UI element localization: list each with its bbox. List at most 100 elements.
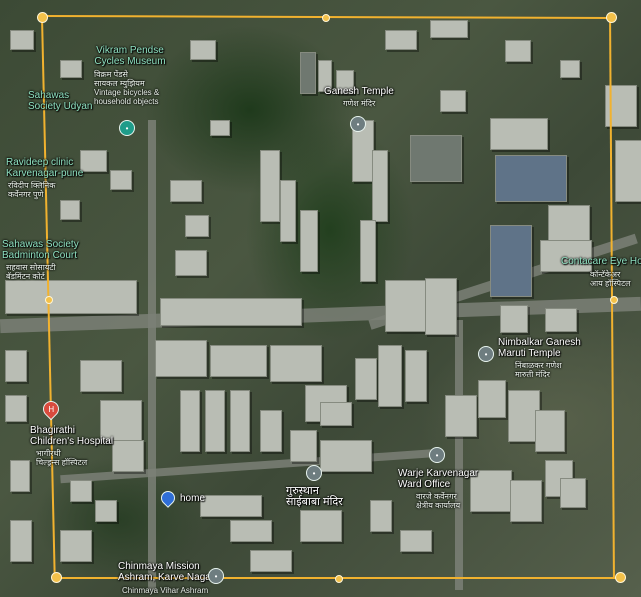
place-name-line: Maruti Temple [498,348,561,359]
building-footprint [230,520,272,542]
gray-place-pin-icon[interactable]: • [350,116,366,132]
building-footprint [200,495,262,517]
building-footprint [10,30,34,50]
place-local-name: गणेश मंदिर [343,99,376,108]
place-name-line: Ward Office [398,479,451,490]
building-footprint [205,390,225,452]
place-local-name: निंबाळकर गणेश [515,361,562,370]
road-vertical-right [455,320,463,590]
building-footprint [425,278,457,335]
building-footprint [300,52,316,94]
building-footprint [378,345,402,407]
building-footprint [180,390,200,452]
building-footprint [175,250,207,276]
gray-place-pin-icon[interactable]: • [429,447,445,463]
building-footprint [490,225,532,297]
building-footprint [160,298,302,326]
building-footprint [10,460,30,492]
place-local-name: आय हॉस्पिटल [590,279,631,288]
building-footprint [560,478,586,508]
place-name: Contacare Eye Hos [561,256,641,267]
building-footprint [60,200,80,220]
hospital-pin-icon[interactable]: H [39,397,63,421]
building-footprint [405,350,427,402]
building-footprint [5,280,137,314]
teal-place-pin-icon[interactable]: • [119,120,135,136]
building-footprint [440,90,466,112]
place-local-name: कर्वेनगर पुणे [8,190,44,199]
building-footprint [510,480,542,522]
gray-place-pin-icon[interactable]: • [208,568,224,584]
place-name-line: Sahawas [28,90,70,101]
building-footprint [60,60,82,78]
building-footprint [545,308,577,332]
building-footprint [170,180,202,202]
building-footprint [505,40,531,62]
building-footprint [112,440,144,472]
place-local-name: वारजे कर्वेनगर [416,492,457,501]
boundary-handle-bottom-left[interactable] [51,572,62,583]
building-footprint [445,395,477,437]
building-footprint [60,530,92,562]
place-local-name: बॅडमिंटन कोर्ट [6,272,45,281]
place-local-name: सायकल म्युझियम [94,79,145,88]
building-footprint [155,340,207,377]
place-name-line: Bhagirathi [30,425,76,436]
building-footprint [260,150,280,222]
building-footprint [320,440,372,472]
building-footprint [370,500,392,532]
building-footprint [80,360,122,392]
place-local-name: मारुती मंदिर [515,370,550,379]
building-footprint [110,170,132,190]
boundary-midpoint-top[interactable] [322,14,330,22]
place-local-name: साईबाबा मंदिर [286,496,343,508]
building-footprint [320,402,352,426]
building-footprint [615,140,641,202]
boundary-midpoint-bottom[interactable] [335,575,343,583]
gray-place-pin-icon[interactable]: • [306,465,322,481]
building-footprint [300,510,342,542]
building-footprint [280,180,296,242]
place-name-line: Sahawas Society [2,239,79,250]
place-name: Ganesh Temple [324,86,394,97]
building-footprint [300,210,318,272]
place-name-line: Society Udyan [28,101,93,112]
place-name: home [180,493,206,504]
boundary-handle-top-left[interactable] [37,12,48,23]
building-footprint [490,118,548,150]
boundary-midpoint-right[interactable] [610,296,618,304]
building-footprint [360,220,376,282]
building-footprint [500,305,528,333]
building-footprint [250,550,292,572]
place-name-line: Ravideep clinic [6,157,74,168]
building-footprint [5,395,27,422]
boundary-handle-bottom-right[interactable] [615,572,626,583]
building-footprint [210,345,267,377]
place-local-name: Chinmaya Vihar Ashram [122,586,209,595]
place-description: household objects [94,97,159,106]
gray-place-pin-icon[interactable]: • [478,346,494,362]
building-footprint [560,60,580,78]
boundary-midpoint-left[interactable] [45,296,53,304]
building-footprint [5,350,27,382]
place-local-name: भागीरथी [36,449,61,458]
building-footprint [478,380,506,418]
place-sahawas-society-udyan[interactable]: Sahawas Society Udyan [28,90,92,112]
place-local-name: क्षेत्रीय कार्यालय [416,501,461,510]
place-local-name: सहवास सोसायटी [6,263,56,272]
place-name-line: Badminton Court [2,250,78,261]
building-footprint [10,520,32,562]
boundary-handle-top-right[interactable] [606,12,617,23]
place-name-line: Vikram Pendse [96,45,164,56]
building-footprint [260,410,282,452]
place-name-line: Cycles Museum [94,56,166,67]
building-footprint [190,40,216,60]
place-local-name: रविदीप क्लिनिक [8,181,56,190]
place-description: Vintage bicycles & [94,88,160,97]
home-location-pin-icon[interactable] [158,488,178,508]
building-footprint [535,410,565,452]
building-footprint [495,155,567,202]
satellite-map[interactable]: Vikram Pendse Cycles Museum विक्रम पेंडस… [0,0,641,597]
building-footprint [355,358,377,400]
building-footprint [80,150,107,172]
